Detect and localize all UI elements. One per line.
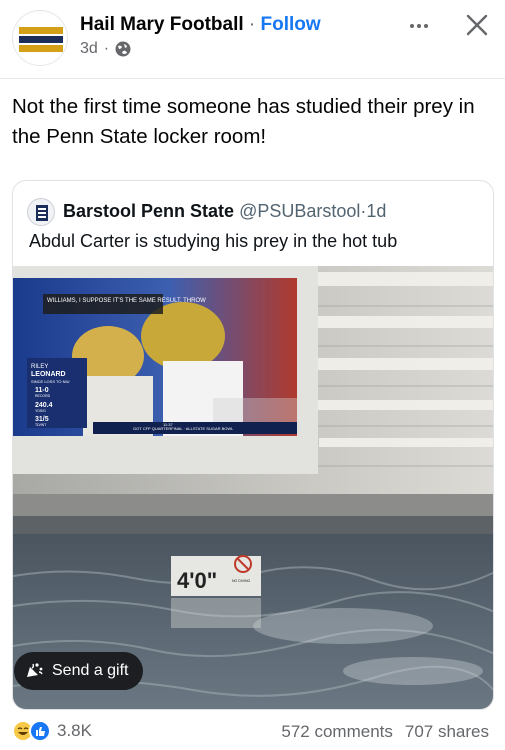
tv-stat-header: SINCE LOSS TO NIU (31, 379, 70, 384)
dot-icon (410, 24, 414, 28)
tv-ticker: GOT CFP QUARTERFINAL · ALLSTATE SUGAR BO… (133, 426, 234, 431)
quoted-photo[interactable]: WILLIAMS, I SUPPOSE IT'S THE SAME RESULT… (13, 266, 493, 709)
tv-stat2-label: YDS/G (35, 409, 46, 413)
post-caption: Not the first time someone has studied t… (12, 95, 475, 148)
tv-player-last: LEONARD (31, 371, 66, 378)
quoted-author-name: Barstool Penn State (63, 201, 235, 221)
quoted-post-card[interactable]: Barstool Penn State @PSUBarstool·1d Abdu… (12, 180, 494, 710)
tv-stat2-value: 240.4 (35, 402, 53, 409)
tv-stat1-value: 11-0 (35, 387, 49, 394)
quoted-author-row: Barstool Penn State @PSUBarstool·1d (63, 201, 386, 222)
tv-stat1-label: RECORD (35, 394, 51, 398)
reaction-count: 3.8K (57, 721, 92, 740)
tv-stat3-label: TD/INT (35, 423, 47, 427)
page-name-row: Hail Mary Football · Follow (80, 14, 321, 36)
quoted-author-handle: @PSUBarstool (239, 201, 361, 221)
gift-icon (27, 663, 43, 677)
globe-icon (115, 41, 131, 57)
follow-button[interactable]: Follow (261, 14, 321, 35)
quoted-text: Abdul Carter is studying his prey in the… (29, 231, 398, 251)
comments-count[interactable]: 572 comments (281, 722, 393, 742)
post-footer: 3.8K 572 comments 707 shares (0, 712, 505, 750)
tv-banner: WILLIAMS, I SUPPOSE IT'S THE SAME RESULT… (47, 298, 206, 304)
reaction-summary[interactable]: 3.8K (12, 720, 92, 742)
page-name[interactable]: Hail Mary Football (80, 14, 244, 35)
send-gift-label: Send a gift (52, 662, 129, 679)
tv-stat3-value: 31/5 (35, 416, 49, 423)
dot-icon (417, 24, 421, 28)
engagement-stats: 572 comments 707 shares (281, 722, 489, 742)
header-divider (0, 78, 505, 79)
post-meta: 3d · (80, 40, 131, 58)
no-diving-sign: NO DIVING (232, 579, 251, 583)
like-icon (29, 720, 51, 742)
tv-player-first: RILEY (31, 364, 48, 370)
shares-count[interactable]: 707 shares (405, 722, 489, 742)
dot-icon (424, 24, 428, 28)
tv-clock: 11:37 (163, 422, 173, 427)
time-separator: · (103, 40, 110, 57)
quoted-time: 1d (366, 201, 387, 221)
close-icon[interactable] (460, 8, 494, 42)
post-header: Hail Mary Football · Follow 3d · (0, 0, 505, 72)
hot-tub-photo: WILLIAMS, I SUPPOSE IT'S THE SAME RESULT… (13, 266, 493, 709)
quoted-avatar (27, 198, 55, 226)
more-options-button[interactable] (402, 14, 436, 38)
name-separator: · (248, 14, 256, 35)
depth-marker: 4'0" (177, 568, 217, 593)
post-time[interactable]: 3d (80, 40, 98, 58)
page-avatar[interactable] (12, 10, 68, 66)
send-gift-button[interactable]: Send a gift (14, 652, 143, 690)
